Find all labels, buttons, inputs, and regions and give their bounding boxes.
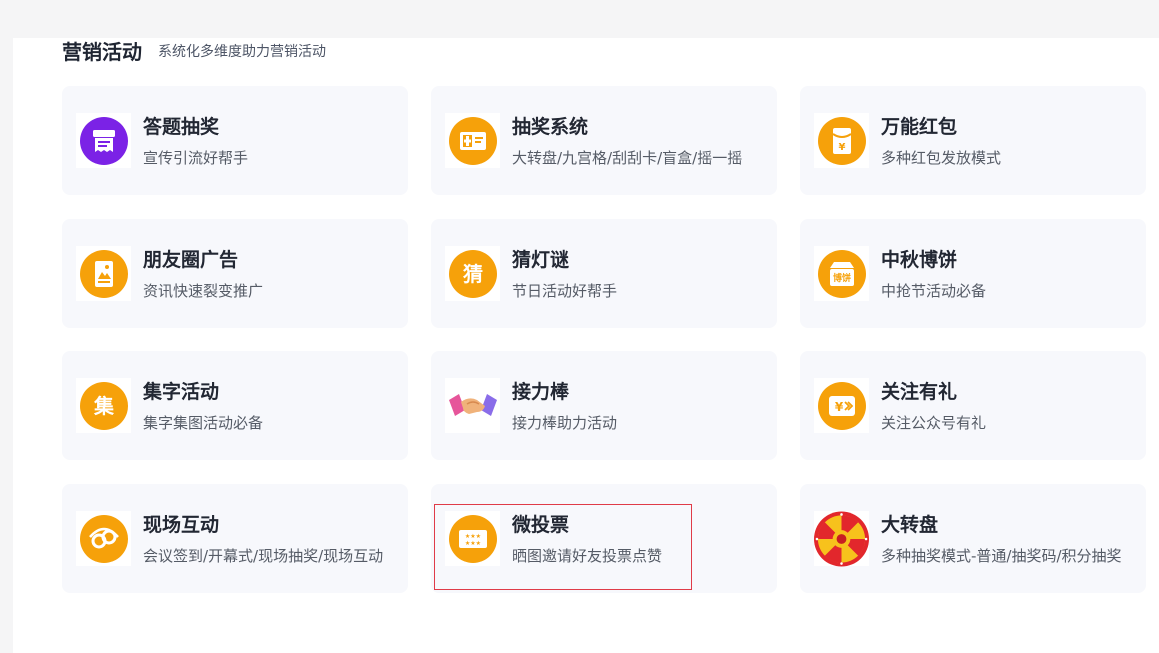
card-title: 猜灯谜	[512, 249, 570, 271]
svg-text:博饼: 博饼	[832, 272, 850, 284]
svg-text:¥: ¥	[838, 142, 845, 153]
card-desc: 中抢节活动必备	[881, 282, 987, 300]
vote-icon: ★★★ ★★★	[445, 511, 500, 566]
activity-card-red-packet[interactable]: ¥ 万能红包 多种红包发放模式	[800, 86, 1146, 195]
follow-gift-icon: ¥	[814, 378, 869, 433]
activity-card-lottery-system[interactable]: 抽奖系统 大转盘/九宫格/刮刮卡/盲盒/摇一摇	[431, 86, 777, 195]
activity-card-collect-words[interactable]: 集 集字活动 集字集图活动必备	[62, 351, 408, 460]
card-title: 现场互动	[143, 514, 220, 536]
svg-text:★★★: ★★★	[464, 533, 480, 540]
collect-words-icon: 集	[76, 378, 131, 433]
activity-card-quiz-lottery[interactable]: 答题抽奖 宣传引流好帮手	[62, 86, 408, 195]
card-title: 大转盘	[881, 514, 939, 536]
card-desc: 大转盘/九宫格/刮刮卡/盲盒/摇一摇	[512, 149, 743, 167]
card-desc: 节日活动好帮手	[512, 282, 618, 300]
svg-text:集: 集	[93, 394, 115, 418]
card-title: 抽奖系统	[512, 116, 589, 138]
card-desc: 多种抽奖模式-普通/抽奖码/积分抽奖	[881, 547, 1122, 565]
card-desc: 接力棒助力活动	[512, 414, 618, 432]
moments-ad-icon	[76, 246, 131, 301]
section-title: 营销活动	[62, 40, 142, 64]
card-desc: 关注公众号有礼	[881, 414, 987, 432]
card-desc: 集字集图活动必备	[143, 414, 264, 432]
card-title: 朋友圈广告	[143, 249, 239, 271]
live-interaction-icon	[76, 511, 131, 566]
section-header: 营销活动 系统化多维度助力营销活动	[62, 32, 326, 64]
card-title: 集字活动	[143, 381, 220, 403]
svg-text:¥: ¥	[834, 400, 843, 414]
card-desc: 会议签到/开幕式/现场抽奖/现场互动	[143, 547, 384, 565]
svg-text:猜: 猜	[462, 262, 483, 286]
card-desc: 多种红包发放模式	[881, 149, 1002, 167]
activity-card-live-interaction[interactable]: 现场互动 会议签到/开幕式/现场抽奖/现场互动	[62, 484, 408, 593]
section-subtitle: 系统化多维度助力营销活动	[158, 44, 326, 60]
card-title: 关注有礼	[881, 381, 958, 403]
card-title: 接力棒	[512, 381, 570, 403]
activity-card-relay-baton[interactable]: 接力棒 接力棒助力活动	[431, 351, 777, 460]
lantern-riddle-icon: 猜	[445, 246, 500, 301]
quiz-lottery-icon	[76, 113, 131, 168]
card-desc: 晒图邀请好友投票点赞	[512, 547, 663, 565]
activity-card-prize-wheel[interactable]: 大转盘 多种抽奖模式-普通/抽奖码/积分抽奖	[800, 484, 1146, 593]
svg-text:★★★: ★★★	[464, 540, 480, 547]
lottery-system-icon	[445, 113, 500, 168]
activity-card-mooncake-dice[interactable]: 博饼 中秋博饼 中抢节活动必备	[800, 219, 1146, 328]
card-title: 微投票	[512, 514, 570, 536]
mooncake-dice-icon: 博饼	[814, 246, 869, 301]
activity-card-lantern-riddle[interactable]: 猜 猜灯谜 节日活动好帮手	[431, 219, 777, 328]
card-title: 答题抽奖	[143, 116, 220, 138]
activity-card-moments-ad[interactable]: 朋友圈广告 资讯快速裂变推广	[62, 219, 408, 328]
card-desc: 宣传引流好帮手	[143, 149, 249, 167]
red-packet-icon: ¥	[814, 113, 869, 168]
prize-wheel-icon	[814, 511, 869, 566]
handshake-icon	[445, 378, 500, 433]
card-title: 中秋博饼	[881, 249, 958, 271]
card-desc: 资讯快速裂变推广	[143, 282, 264, 300]
card-title: 万能红包	[881, 116, 958, 138]
activity-card-follow-gift[interactable]: ¥ 关注有礼 关注公众号有礼	[800, 351, 1146, 460]
activity-card-vote[interactable]: ★★★ ★★★ 微投票 晒图邀请好友投票点赞	[431, 484, 777, 593]
